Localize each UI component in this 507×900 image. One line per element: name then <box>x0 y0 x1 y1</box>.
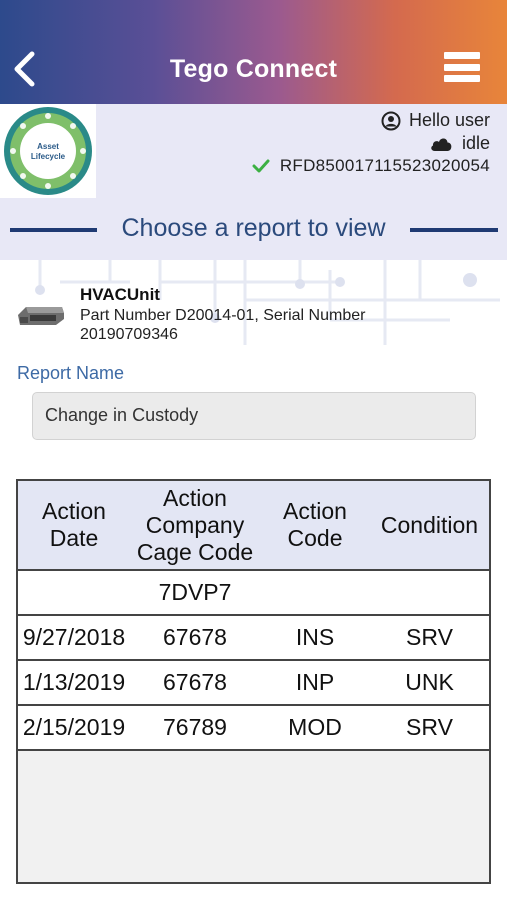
hamburger-menu-icon[interactable] <box>444 52 480 88</box>
table-row: 7DVP7 <box>18 570 489 615</box>
user-icon <box>381 111 401 130</box>
header-condition: Condition <box>370 481 489 571</box>
table-row-separator <box>18 749 489 752</box>
logo-line2: Lifecycle <box>31 152 66 161</box>
device-description: Part Number D20014-01, Serial Number 201… <box>80 307 366 343</box>
cell-date: 9/27/2018 <box>18 614 130 660</box>
hvac-unit-icon <box>18 307 64 325</box>
rfid-value: RFD850017115523020054 <box>279 156 490 175</box>
logo-line1: Asset <box>37 142 59 151</box>
divider <box>410 228 498 232</box>
device-name: HVACUnit <box>80 285 160 304</box>
cell-condition: SRV <box>370 704 489 750</box>
report-name-select[interactable]: Change in Custody <box>32 392 476 440</box>
cell-code: INP <box>260 659 370 705</box>
cell-code: INS <box>260 614 370 660</box>
check-icon <box>252 159 270 173</box>
header-action-code: Action Code <box>260 481 370 571</box>
cell-condition <box>370 570 489 615</box>
app-header: Tego Connect <box>0 0 507 104</box>
asset-lifecycle-logo: Asset Lifecycle <box>0 104 96 198</box>
table-row: 9/27/2018 67678 INS SRV <box>18 614 489 660</box>
section-header: Choose a report to view <box>0 214 507 246</box>
cell-condition: SRV <box>370 614 489 660</box>
cell-code <box>260 570 370 615</box>
connection-status: idle <box>461 133 490 153</box>
cell-date: 1/13/2019 <box>18 659 130 705</box>
table-row: 2/15/2019 76789 MOD SRV <box>18 704 489 750</box>
header-company-cage-code: Action Company Cage Code <box>130 481 260 571</box>
cell-cage: 76789 <box>130 704 260 750</box>
report-name-label: Report Name <box>17 363 125 383</box>
cell-date <box>18 570 130 615</box>
cell-cage: 67678 <box>130 614 260 660</box>
app-title: Tego Connect <box>169 55 338 83</box>
user-greeting: Hello user <box>408 110 490 130</box>
cell-cage: 7DVP7 <box>130 570 260 615</box>
cell-date: 2/15/2019 <box>18 704 130 750</box>
connection-status-row: idle <box>430 133 490 154</box>
cell-cage: 67678 <box>130 659 260 705</box>
cloud-icon <box>431 138 452 151</box>
table-row: 1/13/2019 67678 INP UNK <box>18 659 489 705</box>
user-greeting-row: Hello user <box>381 110 490 131</box>
cell-code: MOD <box>260 704 370 750</box>
cell-condition: UNK <box>370 659 489 705</box>
rfid-row: RFD850017115523020054 <box>252 156 490 176</box>
report-table: Action Date Action Company Cage Code Action… <box>16 479 491 884</box>
header-action-date: Action Date <box>18 481 130 571</box>
table-header-row: Action Date Action Company Cage Code Action… <box>18 481 489 571</box>
